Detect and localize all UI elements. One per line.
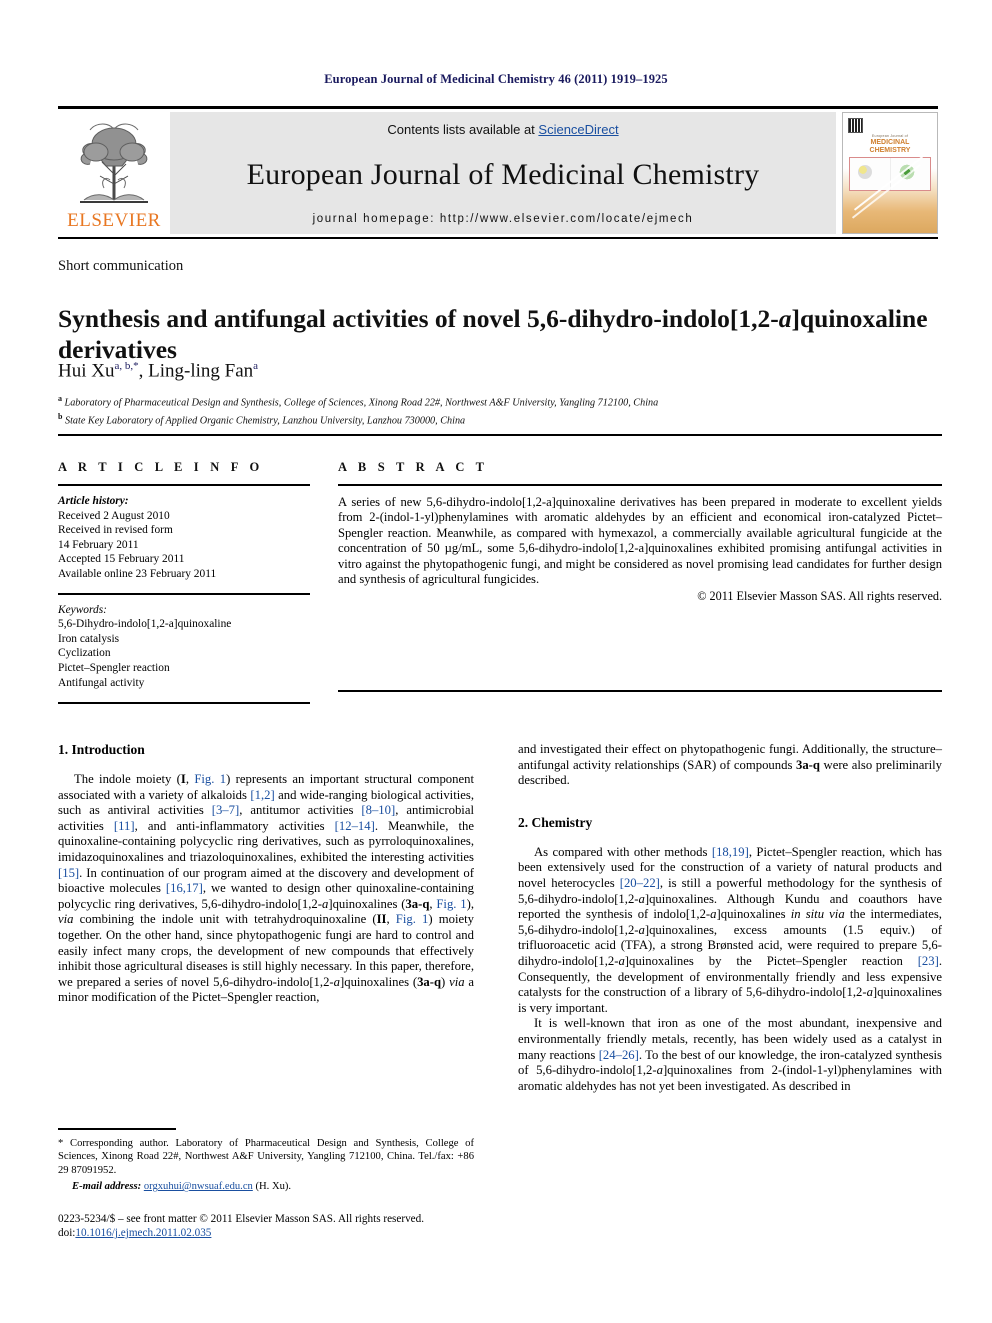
keywords-group: Keywords: 5,6-Dihydro-indolo[1,2-a]quino… bbox=[58, 603, 310, 691]
keyword-item: Cyclization bbox=[58, 647, 111, 660]
article-history-group: Article history: Received 2 August 2010 … bbox=[58, 494, 310, 582]
affiliation-a-text: Laboratory of Pharmaceutical Design and … bbox=[64, 397, 659, 409]
doi-link[interactable]: 10.1016/j.ejmech.2011.02.035 bbox=[75, 1227, 211, 1239]
abstract-rule-bottom bbox=[338, 690, 942, 692]
keyword-item: 5,6-Dihydro-indolo[1,2-a]quinoxaline bbox=[58, 618, 232, 631]
affiliation-b: b State Key Laboratory of Applied Organi… bbox=[58, 410, 942, 428]
elsevier-tree-icon bbox=[66, 114, 162, 210]
page-title: Synthesis and antifungal activities of n… bbox=[58, 304, 928, 365]
article-info-heading: A R T I C L E I N F O bbox=[58, 460, 264, 474]
body-column-right: and investigated their effect on phytopa… bbox=[518, 742, 942, 1094]
affiliation-list: a Laboratory of Pharmaceutical Design an… bbox=[58, 392, 942, 428]
journal-cover-thumbnail[interactable]: European Journal of MEDICINAL CHEMISTRY bbox=[842, 112, 938, 234]
history-item: Received 2 August 2010 bbox=[58, 509, 170, 522]
author-1-affiliation-marks[interactable]: a, b,* bbox=[114, 360, 138, 372]
article-page: European Journal of Medicinal Chemistry … bbox=[0, 0, 992, 1323]
keyword-item: Pictet–Spengler reaction bbox=[58, 661, 170, 674]
title-block-rule bbox=[58, 434, 942, 436]
issn-line: 0223-5234/$ – see front matter © 2011 El… bbox=[58, 1213, 425, 1225]
abstract-rule-top bbox=[338, 484, 942, 486]
elsevier-wordmark: ELSEVIER bbox=[67, 210, 161, 231]
contents-prefix: Contents lists available at bbox=[387, 122, 539, 137]
email-link[interactable]: orgxuhui@nwsuaf.edu.cn bbox=[144, 1181, 253, 1192]
section-heading-chemistry: 2. Chemistry bbox=[518, 814, 593, 830]
email-suffix: (H. Xu). bbox=[252, 1181, 292, 1193]
cover-title-line2: CHEMISTRY bbox=[869, 146, 911, 154]
cover-small-header: European Journal of bbox=[871, 134, 909, 138]
affiliation-a-marker: a bbox=[58, 394, 62, 403]
keywords-label: Keywords: bbox=[58, 603, 107, 616]
author-name-2: Ling-ling Fan bbox=[148, 360, 254, 382]
doi-label: doi: bbox=[58, 1227, 76, 1240]
abstract-heading: A B S T R A C T bbox=[338, 460, 489, 474]
affiliation-b-text: State Key Laboratory of Applied Organic … bbox=[65, 415, 466, 427]
email-address-label: E-mail address: bbox=[72, 1181, 142, 1193]
article-info-box: A R T I C L E I N F O Article history: R… bbox=[58, 460, 310, 705]
history-item: Available online 23 February 2011 bbox=[58, 567, 217, 580]
history-item: Accepted 15 February 2011 bbox=[58, 553, 185, 566]
article-history-label: Article history: bbox=[58, 495, 129, 507]
doi-line: doi:10.1016/j.ejmech.2011.02.035 bbox=[58, 1226, 478, 1240]
author-name-1: Hui Xu bbox=[58, 360, 115, 382]
elsevier-logo: ELSEVIER bbox=[58, 112, 170, 234]
journal-banner: ELSEVIER Contents lists available at Sci… bbox=[58, 106, 938, 239]
article-info-rule-top bbox=[58, 484, 310, 486]
keyword-item: Iron catalysis bbox=[58, 632, 120, 645]
contents-available-line: Contents lists available at ScienceDirec… bbox=[387, 122, 618, 137]
article-info-rule-mid bbox=[58, 592, 310, 595]
banner-bottom-rule bbox=[58, 237, 938, 239]
paragraph-chemistry-2: It is well-known that iron as one of the… bbox=[518, 1016, 942, 1093]
paragraph-introduction: The indole moiety (I, Fig. 1) represents… bbox=[58, 772, 475, 1005]
running-head: European Journal of Medicinal Chemistry … bbox=[324, 72, 668, 86]
corresponding-author-footnote: * Corresponding author. Laboratory of Ph… bbox=[58, 1128, 474, 1194]
section-heading-introduction: 1. Introduction bbox=[58, 742, 145, 757]
paragraph-chemistry-1: As compared with other methods [18,19], … bbox=[518, 844, 942, 1015]
abstract-copyright: © 2011 Elsevier Masson SAS. All rights r… bbox=[697, 589, 942, 604]
article-type-label: Short communication bbox=[58, 258, 184, 274]
author-2-affiliation-marks[interactable]: a bbox=[253, 360, 258, 372]
cover-title-line1: MEDICINAL bbox=[870, 139, 910, 146]
paragraph-introduction-continued: and investigated their effect on phytopa… bbox=[518, 742, 943, 788]
banner-top-rule bbox=[58, 106, 938, 109]
email-address-line: E-mail address: orgxuhui@nwsuaf.edu.cn (… bbox=[58, 1180, 474, 1193]
barcode-icon bbox=[848, 118, 863, 133]
journal-homepage-link[interactable]: journal homepage: http://www.elsevier.co… bbox=[313, 213, 694, 225]
footnote-rule bbox=[58, 1128, 176, 1130]
cover-title: MEDICINAL CHEMISTRY bbox=[843, 139, 937, 154]
author-list: Hui Xua, b,*, Ling-ling Fana bbox=[58, 360, 259, 382]
footer-issn-doi: 0223-5234/$ – see front matter © 2011 El… bbox=[58, 1212, 478, 1241]
journal-title: European Journal of Medicinal Chemistry bbox=[246, 158, 760, 191]
affiliation-a: a Laboratory of Pharmaceutical Design an… bbox=[58, 392, 942, 410]
keyword-item: Antifungal activity bbox=[58, 676, 145, 689]
body-column-left: 1. Introduction The indole moiety (I, Fi… bbox=[58, 742, 474, 1006]
affiliation-b-marker: b bbox=[58, 411, 63, 421]
molecule-graphic-left bbox=[858, 165, 872, 179]
abstract-text: A series of new 5,6-dihydro-indolo[1,2-a… bbox=[338, 495, 942, 587]
corresponding-author-text: * Corresponding author. Laboratory of Ph… bbox=[58, 1138, 474, 1176]
history-item: 14 February 2011 bbox=[58, 538, 139, 551]
abstract-box: A B S T R A C T A series of new 5,6-dihy… bbox=[338, 460, 942, 604]
article-info-rule-bottom bbox=[58, 702, 310, 705]
banner-center: Contents lists available at ScienceDirec… bbox=[170, 112, 836, 234]
history-item: Received in revised form bbox=[58, 524, 173, 537]
sciencedirect-link[interactable]: ScienceDirect bbox=[538, 122, 618, 137]
